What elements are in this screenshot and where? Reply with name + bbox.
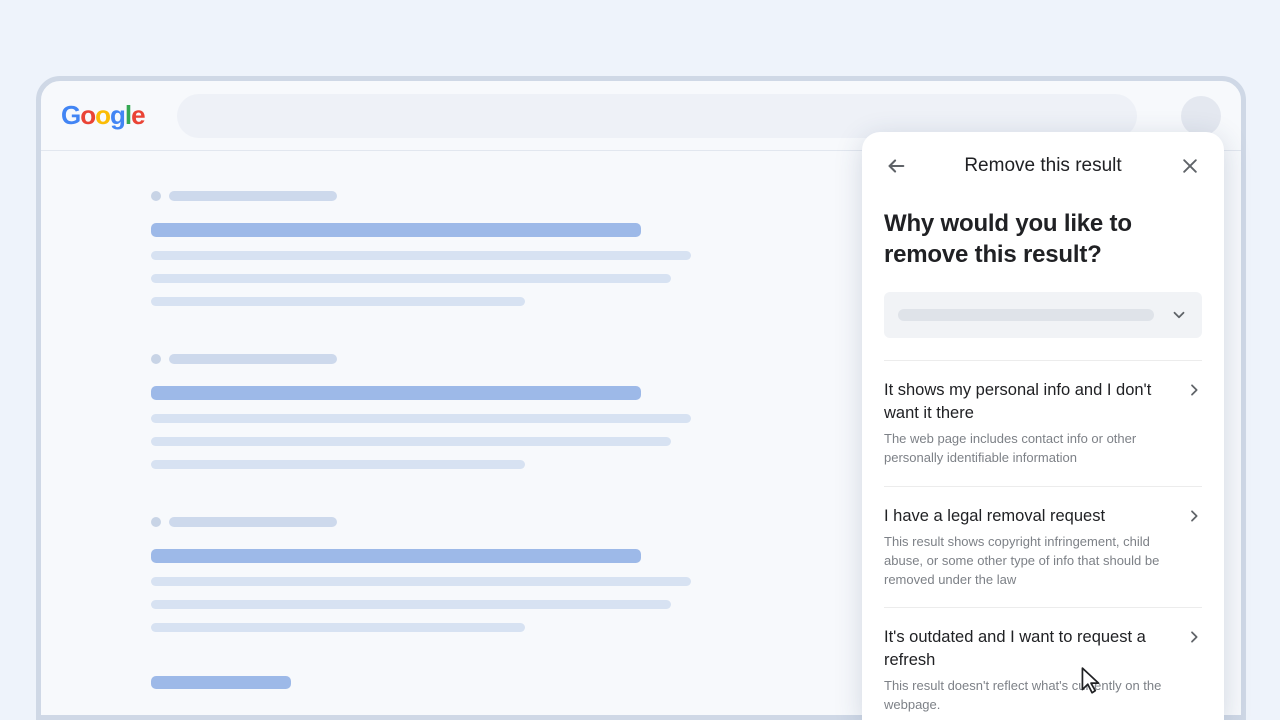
remove-result-panel: Remove this result Why would you like to… bbox=[862, 132, 1224, 720]
chevron-down-icon bbox=[1170, 306, 1188, 324]
close-icon bbox=[1180, 156, 1200, 176]
panel-body: Why would you like to remove this result… bbox=[862, 198, 1224, 720]
option-desc: This result shows copyright infringement… bbox=[884, 533, 1172, 590]
option-desc: The web page includes contact info or ot… bbox=[884, 430, 1172, 468]
chevron-right-icon bbox=[1186, 629, 1202, 645]
back-button[interactable] bbox=[882, 152, 910, 180]
option-title: It shows my personal info and I don't wa… bbox=[884, 379, 1172, 424]
google-logo[interactable]: Google bbox=[61, 100, 145, 131]
chevron-right-icon bbox=[1186, 508, 1202, 524]
option-personal-info[interactable]: It shows my personal info and I don't wa… bbox=[884, 360, 1202, 485]
dropdown-placeholder bbox=[898, 309, 1154, 321]
option-title: It's outdated and I want to request a re… bbox=[884, 626, 1172, 671]
option-outdated-refresh[interactable]: It's outdated and I want to request a re… bbox=[884, 607, 1202, 720]
option-legal-request[interactable]: I have a legal removal request This resu… bbox=[884, 486, 1202, 608]
panel-title: Remove this result bbox=[964, 155, 1121, 177]
close-button[interactable] bbox=[1176, 152, 1204, 180]
option-title: I have a legal removal request bbox=[884, 505, 1172, 527]
account-avatar[interactable] bbox=[1181, 96, 1221, 136]
search-input[interactable] bbox=[177, 94, 1137, 138]
panel-header: Remove this result bbox=[862, 132, 1224, 198]
reason-dropdown[interactable] bbox=[884, 292, 1202, 338]
option-desc: This result doesn't reflect what's curre… bbox=[884, 677, 1172, 715]
arrow-left-icon bbox=[885, 155, 907, 177]
chevron-right-icon bbox=[1186, 382, 1202, 398]
panel-question: Why would you like to remove this result… bbox=[884, 208, 1202, 270]
